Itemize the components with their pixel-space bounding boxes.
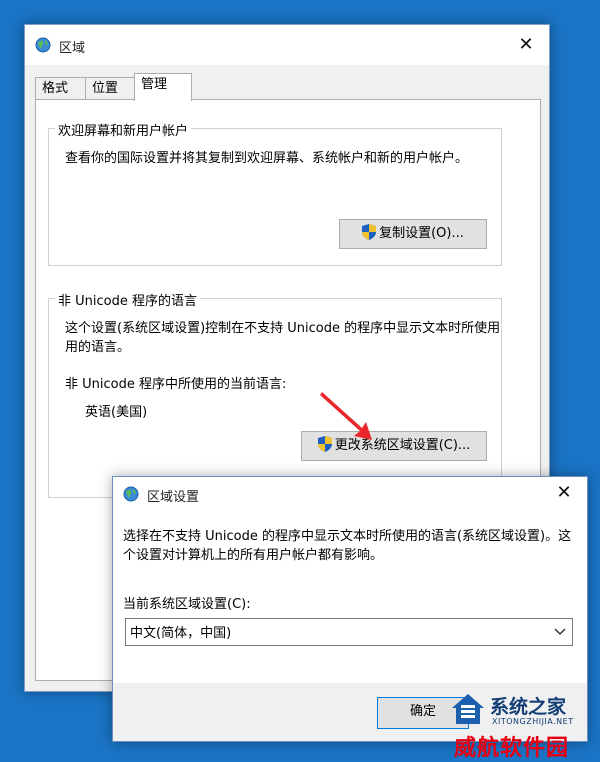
unicode-group-label: 非 Unicode 程序的语言 bbox=[55, 290, 200, 309]
unicode-group: 非 Unicode 程序的语言 这个设置(系统区域设置)控制在不支持 Unico… bbox=[48, 290, 502, 498]
current-language-label: 非 Unicode 程序中所使用的当前语言: bbox=[65, 377, 287, 392]
close-icon: ✕ bbox=[518, 34, 534, 55]
red-arrow-annotation bbox=[320, 392, 372, 440]
globe-icon bbox=[35, 37, 51, 53]
welcome-group: 欢迎屏幕和新用户帐户 查看你的国际设置并将其复制到欢迎屏幕、系统帐户和新的用户帐… bbox=[48, 120, 502, 266]
unicode-description-line2: 用的语言。 bbox=[65, 340, 131, 355]
tab-administrative[interactable]: 管理 bbox=[134, 73, 192, 101]
dialog-titlebar[interactable]: 区域设置 ✕ bbox=[113, 477, 587, 509]
watermark-subtitle: XITONGZHIJIA.NET bbox=[492, 717, 574, 726]
chevron-down-icon bbox=[554, 628, 566, 636]
system-locale-value: 中文(简体，中国) bbox=[130, 626, 232, 641]
unicode-description-line1: 这个设置(系统区域设置)控制在不支持 Unicode 的程序中显示文本时所使用 bbox=[65, 321, 501, 336]
dialog-description-line1: 选择在不支持 Unicode 的程序中显示文本时所使用的语言(系统区域设置)。这 bbox=[123, 529, 572, 544]
uac-shield-icon bbox=[362, 224, 377, 240]
tab-format[interactable]: 格式 bbox=[35, 77, 87, 100]
close-icon: ✕ bbox=[556, 482, 572, 503]
region-close-button[interactable]: ✕ bbox=[503, 25, 549, 65]
locale-label: 当前系统区域设置(C): bbox=[123, 597, 251, 612]
dialog-close-button[interactable]: ✕ bbox=[541, 477, 587, 509]
region-window-title: 区域 bbox=[59, 41, 86, 56]
globe-icon bbox=[123, 486, 139, 502]
welcome-group-label: 欢迎屏幕和新用户帐户 bbox=[55, 120, 192, 139]
dialog-title: 区域设置 bbox=[147, 490, 200, 505]
system-locale-select[interactable]: 中文(简体，中国) bbox=[125, 618, 573, 646]
site-watermark: 系统之家 XITONGZHIJIA.NET 威航软件园 bbox=[444, 686, 600, 761]
copy-settings-button[interactable]: 复制设置(O)... bbox=[339, 219, 487, 249]
welcome-description: 查看你的国际设置并将其复制到欢迎屏幕、系统帐户和新的用户帐户。 bbox=[65, 151, 469, 166]
dialog-description-line2: 个设置对计算机上的所有用户帐户都有影响。 bbox=[123, 548, 384, 563]
watermark-title: 系统之家 bbox=[490, 696, 567, 718]
watermark-red-text: 威航软件园 bbox=[454, 736, 570, 761]
region-titlebar[interactable]: 区域 ✕ bbox=[25, 25, 549, 65]
tab-location[interactable]: 位置 bbox=[85, 77, 137, 100]
house-logo-icon bbox=[452, 694, 484, 724]
current-language-value: 英语(美国) bbox=[85, 405, 148, 420]
